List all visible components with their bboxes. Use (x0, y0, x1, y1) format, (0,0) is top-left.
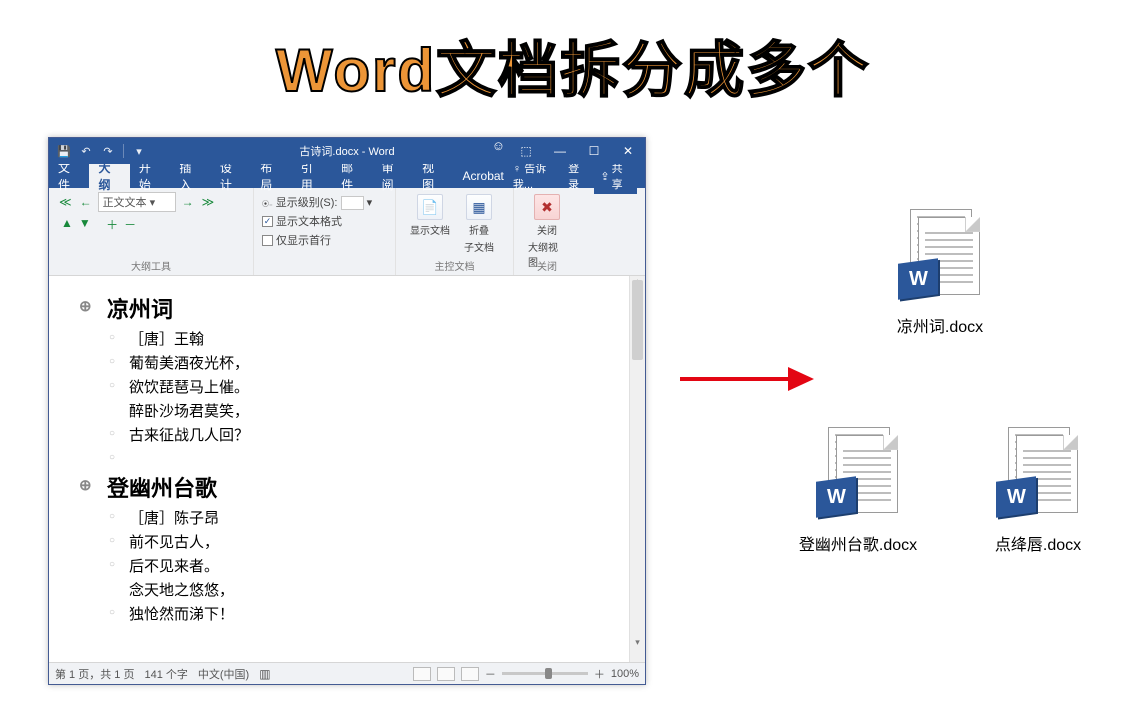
collapse-subdoc-icon: ▦ (466, 194, 492, 220)
chk-show-format[interactable]: ✓显示文本格式 (262, 213, 387, 229)
ribbon-tabstrip: 文件 大纲 开始 插入 设计 布局 引用 邮件 审阅 视图 Acrobat ♀ … (49, 164, 645, 188)
word-window: 💾 ↶ ↷ ▾ 古诗词.docx - Word ☺ ⬚ — ☐ ✕ 文件 大纲 … (48, 137, 646, 685)
show-document-button[interactable]: 📄 显示文档 (404, 190, 456, 254)
tab-home[interactable]: 开始 (130, 164, 170, 188)
group-label-outline-tools: 大纲工具 (49, 258, 253, 273)
titlebar: 💾 ↶ ↷ ▾ 古诗词.docx - Word ☺ ⬚ — ☐ ✕ (49, 138, 645, 164)
poem1-line: 古来征战几人回？ (129, 424, 615, 445)
poem2-line: 前不见古人， (129, 531, 615, 552)
collapse-sub-label: 子文档 (464, 239, 494, 254)
arrow-icon (676, 359, 816, 399)
poem1-line: 欲饮琵琶马上催。 (129, 376, 615, 397)
qat-separator (123, 144, 124, 158)
poem2-line: ［唐］陈子昂 (129, 507, 615, 528)
file1-label: 凉州词.docx (860, 313, 1020, 337)
ribbon-group-outline-tools: ≪ ← 正文文本 ▾ → ≫ ▲ ▼ ＋ － 大纲工具 (49, 188, 254, 275)
view-web-icon[interactable] (461, 667, 479, 681)
tell-me-label: 告诉我... (513, 163, 546, 191)
status-bar: 第 1 页，共 1 页 141 个字 中文(中国) ▥ － ＋ 100% (49, 662, 645, 684)
tab-references[interactable]: 引用 (292, 164, 332, 188)
tab-outline[interactable]: 大纲 (89, 164, 129, 188)
tab-review[interactable]: 审阅 (373, 164, 413, 188)
poem2-line: 后不见来者。 (129, 555, 615, 576)
outline-level-select[interactable]: 正文文本 ▾ (98, 192, 176, 212)
share-label: 共享 (612, 160, 631, 192)
zoom-slider[interactable] (502, 672, 588, 675)
close-outline-icon: ✖ (534, 194, 560, 220)
undo-icon[interactable]: ↶ (79, 144, 93, 158)
show-document-icon: 📄 (417, 194, 443, 220)
demote-icon[interactable]: → (180, 195, 196, 209)
collapse-subdoc-button[interactable]: ▦ 折叠 子文档 (458, 190, 500, 254)
close-outline-label: 关闭 (537, 222, 557, 237)
word-file-icon: W (812, 427, 904, 527)
output-file-3[interactable]: W 点绛唇.docx (958, 427, 1118, 555)
tab-view[interactable]: 视图 (413, 164, 453, 188)
file3-label: 点绛唇.docx (958, 531, 1118, 555)
page-headline: Word文档拆分成多个 (0, 0, 1146, 109)
ribbon-group-master-doc: 📄 显示文档 ▦ 折叠 子文档 主控文档 (396, 188, 514, 275)
show-level-row[interactable]: ⦿₋ 显示级别(S): ▾ (262, 194, 387, 210)
group-label-close: 关闭 (514, 258, 580, 273)
chk-first-line[interactable]: 仅显示首行 (262, 232, 387, 248)
zoom-in-icon[interactable]: ＋ (594, 666, 605, 682)
scrollbar-thumb[interactable] (632, 280, 643, 360)
ribbon: ≪ ← 正文文本 ▾ → ≫ ▲ ▼ ＋ － 大纲工具 ⦿₋ 显示级别(S): (49, 188, 645, 276)
promote-to-heading1-icon[interactable]: ≪ (57, 195, 74, 209)
status-word-count[interactable]: 141 个字 (144, 666, 187, 682)
view-read-icon[interactable] (413, 667, 431, 681)
maximize-button[interactable]: ☐ (577, 138, 611, 164)
poem1-title: 凉州词 (107, 292, 615, 324)
output-file-2[interactable]: W 登幽州台歌.docx (778, 427, 938, 555)
move-up-icon[interactable]: ▲ (61, 216, 73, 233)
word-file-icon: W (992, 427, 1084, 527)
poem2-title: 登幽州台歌 (107, 471, 615, 503)
status-page[interactable]: 第 1 页，共 1 页 (55, 666, 134, 682)
expand-icon[interactable]: ＋ (106, 216, 118, 233)
tab-mailings[interactable]: 邮件 (332, 164, 372, 188)
view-print-icon[interactable] (437, 667, 455, 681)
status-extra-icon[interactable]: ▥ (259, 667, 270, 681)
chk-show-format-label: 显示文本格式 (276, 213, 342, 229)
tab-design[interactable]: 设计 (211, 164, 251, 188)
zoom-out-icon[interactable]: － (485, 666, 496, 682)
vertical-scrollbar[interactable]: ▴ ▾ (629, 276, 645, 662)
show-level-label: 显示级别(S): (276, 197, 338, 209)
poem1-line: ［唐］王翰 (129, 328, 615, 349)
ribbon-options-icon[interactable]: ⬚ (509, 138, 543, 164)
qat-customize-icon[interactable]: ▾ (132, 144, 146, 158)
blank-line (129, 448, 615, 465)
tab-file[interactable]: 文件 (49, 164, 89, 188)
group-label-master-doc: 主控文档 (396, 258, 513, 273)
chk-first-line-label: 仅显示首行 (276, 232, 331, 248)
ribbon-group-close: ✖ 关闭 大纲视图 关闭 (514, 188, 580, 275)
poem1-line: 醉卧沙场君莫笑， (129, 400, 615, 421)
save-icon[interactable]: 💾 (57, 144, 71, 158)
collapse-icon[interactable]: － (124, 216, 136, 233)
poem2-line: 独怆然而涕下！ (129, 603, 615, 624)
word-file-icon: W (894, 209, 986, 309)
status-language[interactable]: 中文(中国) (198, 666, 249, 682)
output-file-1[interactable]: W 凉州词.docx (860, 209, 1020, 337)
tab-insert[interactable]: 插入 (170, 164, 210, 188)
promote-icon[interactable]: ← (78, 195, 94, 209)
scroll-down-icon[interactable]: ▾ (630, 637, 645, 648)
poem2-line: 念天地之悠悠， (129, 579, 615, 600)
demote-to-body-icon[interactable]: ≫ (200, 195, 217, 209)
redo-icon[interactable]: ↷ (101, 144, 115, 158)
poem1-line: 葡萄美酒夜光杯， (129, 352, 615, 373)
move-down-icon[interactable]: ▼ (79, 216, 91, 233)
tab-acrobat[interactable]: Acrobat (454, 164, 513, 188)
outline-level-value: 正文文本 (103, 197, 147, 209)
collapse-label: 折叠 (469, 222, 489, 237)
close-button[interactable]: ✕ (611, 138, 645, 164)
ribbon-group-show: ⦿₋ 显示级别(S): ▾ ✓显示文本格式 仅显示首行 (254, 188, 396, 275)
document-area[interactable]: 凉州词 ［唐］王翰 葡萄美酒夜光杯， 欲饮琵琶马上催。 醉卧沙场君莫笑， 古来征… (49, 276, 645, 662)
show-document-label: 显示文档 (410, 222, 450, 237)
zoom-value[interactable]: 100% (611, 668, 639, 680)
file2-label: 登幽州台歌.docx (778, 531, 938, 555)
feedback-icon[interactable]: ☺ (492, 138, 505, 164)
tab-layout[interactable]: 布局 (251, 164, 291, 188)
minimize-button[interactable]: — (543, 138, 577, 164)
